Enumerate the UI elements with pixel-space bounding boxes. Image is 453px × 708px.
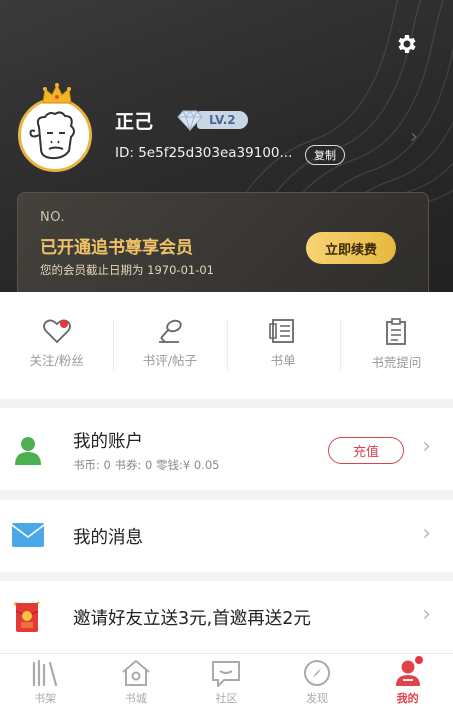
renew-button[interactable]: 立即续费 xyxy=(306,232,396,264)
quick-action-label: 书评/帖子 xyxy=(142,353,197,368)
sheep-avatar-icon xyxy=(29,111,75,160)
account-balances: 书币: 0 书券: 0 零钱:¥ 0.05 xyxy=(73,458,220,472)
gear-icon xyxy=(398,35,416,53)
discover-icon xyxy=(304,660,331,686)
copy-id-button[interactable]: 复制 xyxy=(305,145,345,165)
tab-label: 书城 xyxy=(124,692,147,705)
invite-title: 邀请好友立送3元,首邀再送2元 xyxy=(73,609,311,629)
user-icon xyxy=(15,437,41,465)
community-icon xyxy=(212,661,241,687)
bottom-tab-bar: 书架 书城 社区 发现 我的 xyxy=(0,653,453,708)
level-badge: LV.2 xyxy=(177,109,248,131)
quick-action-label: 关注/粉丝 xyxy=(29,353,84,368)
envelope-icon xyxy=(12,523,44,547)
vip-card[interactable]: NO. 已开通追书尊享会员 您的会员截止日期为 1970-01-01 立即续费 xyxy=(17,192,429,292)
bookshelf-icon xyxy=(33,659,58,687)
quick-action-label: 书单 xyxy=(270,353,296,368)
quick-action-ask[interactable]: 书荒提问 xyxy=(339,292,453,399)
microphone-icon xyxy=(158,319,182,343)
recharge-button[interactable]: 充值 xyxy=(328,437,404,464)
quick-actions: 关注/粉丝 书评/帖子 书单 书荒提问 xyxy=(0,292,453,399)
tab-label: 社区 xyxy=(215,692,238,705)
diamond-icon xyxy=(177,110,203,131)
booklist-icon xyxy=(269,319,295,343)
tab-discover[interactable]: 发现 xyxy=(272,654,363,708)
chevron-right-icon: › xyxy=(422,434,431,459)
user-id: ID: 5e5f25d303ea39100... xyxy=(115,145,293,161)
crown-icon xyxy=(42,83,72,104)
clipboard-icon xyxy=(386,318,407,345)
quick-action-reviews[interactable]: 书评/帖子 xyxy=(113,292,226,399)
quick-action-follow[interactable]: 关注/粉丝 xyxy=(0,292,113,399)
quick-action-label: 书荒提问 xyxy=(371,355,422,370)
bookstore-icon xyxy=(122,659,150,686)
my-messages-title: 我的消息 xyxy=(73,528,143,548)
chevron-right-icon[interactable]: › xyxy=(410,124,418,148)
tab-bookshelf[interactable]: 书架 xyxy=(0,654,91,708)
tab-profile[interactable]: 我的 xyxy=(362,654,453,708)
invite-friends-row[interactable]: 邀请好友立送3元,首邀再送2元 › xyxy=(0,581,453,653)
vip-number-label: NO. xyxy=(40,210,66,225)
avatar[interactable] xyxy=(18,83,92,172)
username: 正己 xyxy=(115,111,154,133)
vip-title: 已开通追书尊享会员 xyxy=(40,238,193,258)
quick-action-booklist[interactable]: 书单 xyxy=(226,292,340,399)
tab-label: 我的 xyxy=(396,692,419,705)
my-account-row[interactable]: 我的账户 书币: 0 书券: 0 零钱:¥ 0.05 充值 › xyxy=(0,408,453,490)
tab-label: 发现 xyxy=(306,692,329,705)
profile-header: 正己 LV.2 ID: 5e5f25d303ea39100... 复制 › NO… xyxy=(0,0,453,292)
red-envelope-icon xyxy=(14,601,40,632)
settings-button[interactable] xyxy=(392,30,420,58)
tab-community[interactable]: 社区 xyxy=(181,654,272,708)
my-account-title: 我的账户 xyxy=(73,432,143,452)
chevron-right-icon: › xyxy=(422,602,431,627)
my-messages-row[interactable]: 我的消息 › xyxy=(0,500,453,572)
notification-dot xyxy=(60,320,68,328)
chevron-right-icon: › xyxy=(422,521,431,546)
tab-bookstore[interactable]: 书城 xyxy=(91,654,182,708)
tab-label: 书架 xyxy=(34,692,57,705)
vip-expiry: 您的会员截止日期为 1970-01-01 xyxy=(40,263,214,277)
level-text: LV.2 xyxy=(197,111,248,129)
